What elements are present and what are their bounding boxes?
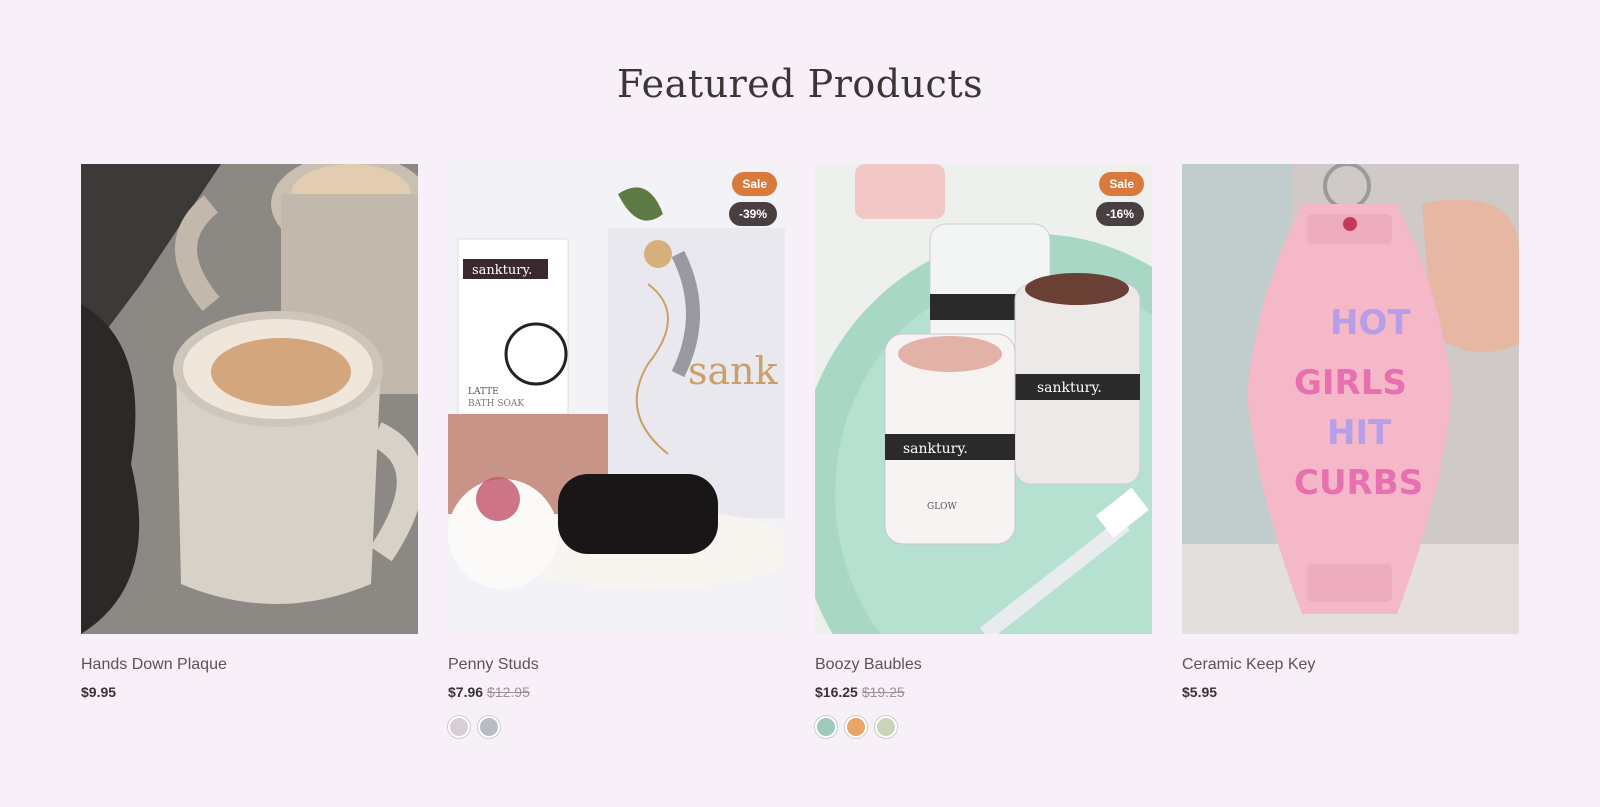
variant-swatch[interactable] <box>815 716 837 738</box>
variant-swatch[interactable] <box>448 716 470 738</box>
glow-label: GLOW <box>927 502 958 512</box>
product-card: sank sanktury. LATTE BATH SOAK Sale -39%… <box>448 164 785 738</box>
product-card: Hands Down Plaque $9.95 <box>81 164 418 738</box>
discount-badge: -16% <box>1095 202 1144 226</box>
product-image-link[interactable]: sank sanktury. LATTE BATH SOAK Sale -39% <box>448 164 785 634</box>
product-price: $16.25 <box>815 684 858 700</box>
clay-mask-jars-photo: sanktury. sanktury. GLOW <box>815 164 1152 634</box>
product-price: $9.95 <box>81 684 117 700</box>
keychain-line-2: GIRLS <box>1294 363 1407 403</box>
keychain-line-3: HIT <box>1327 413 1392 453</box>
product-badges: Sale -16% <box>1095 172 1144 226</box>
keychain-line-4: CURBS <box>1294 463 1423 503</box>
jar-label-text-3: sanktury. <box>903 441 968 457</box>
jar-label-text-2: sanktury. <box>1037 380 1102 396</box>
product-prices: $9.95 <box>81 684 418 700</box>
product-prices: $5.95 <box>1182 684 1519 700</box>
product-prices: $16.25 $19.25 <box>815 684 1152 700</box>
section-title: Featured Products <box>616 62 984 106</box>
product-grid: Hands Down Plaque $9.95 sank sanktury. L… <box>81 164 1519 738</box>
soak-label-2: BATH SOAK <box>468 399 524 409</box>
coffee-mugs-photo <box>81 164 418 634</box>
sale-badge: Sale <box>1099 172 1144 196</box>
variant-swatch[interactable] <box>845 716 867 738</box>
variant-swatch[interactable] <box>875 716 897 738</box>
compare-price: $12.95 <box>487 684 530 700</box>
product-card: HOT GIRLS HIT CURBS Ceramic Keep Key $5.… <box>1182 164 1519 738</box>
variant-swatches <box>815 716 1152 738</box>
product-title[interactable]: Boozy Baubles <box>815 656 922 674</box>
pink-motel-keychain-photo: HOT GIRLS HIT CURBS <box>1182 164 1519 634</box>
box-brand-text: sank <box>688 349 779 393</box>
product-image-link[interactable]: HOT GIRLS HIT CURBS <box>1182 164 1519 634</box>
keychain-line-1: HOT <box>1330 303 1411 343</box>
product-title[interactable]: Hands Down Plaque <box>81 656 227 674</box>
product-badges: Sale -39% <box>728 172 777 226</box>
discount-badge: -39% <box>728 202 777 226</box>
product-card: sanktury. sanktury. GLOW Sale -16% Boozy… <box>815 164 1152 738</box>
product-title[interactable]: Ceramic Keep Key <box>1182 656 1315 674</box>
product-prices: $7.96 $12.95 <box>448 684 785 700</box>
soak-label-1: LATTE <box>468 387 499 397</box>
bath-soak-gift-set-photo: sank sanktury. LATTE BATH SOAK <box>448 164 785 634</box>
product-price: $5.95 <box>1182 684 1218 700</box>
compare-price: $19.25 <box>861 684 905 700</box>
product-price: $7.96 <box>448 684 484 700</box>
product-title[interactable]: Penny Studs <box>448 656 539 674</box>
product-image-link[interactable]: sanktury. sanktury. GLOW Sale -16% <box>815 164 1152 634</box>
variant-swatch[interactable] <box>478 716 500 738</box>
variant-swatches <box>448 716 785 738</box>
sale-badge: Sale <box>732 172 777 196</box>
jar-label-text: sanktury. <box>472 263 532 278</box>
product-image-link[interactable] <box>81 164 418 634</box>
